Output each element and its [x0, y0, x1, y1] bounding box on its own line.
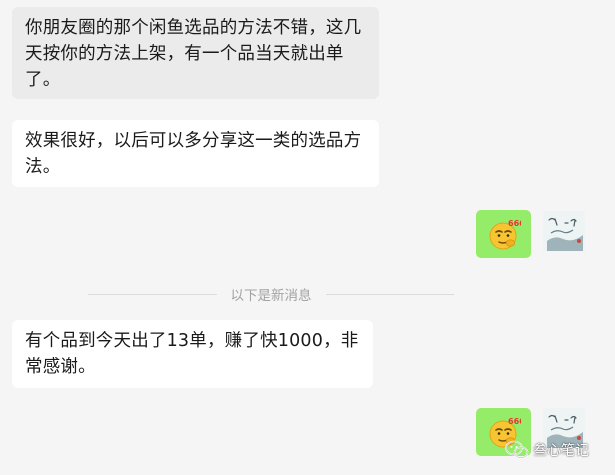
- incoming-message-bubble[interactable]: 你朋友圈的那个闲鱼选品的方法不错，这几天按你的方法上架，有一个品当天就出单了。: [12, 7, 379, 99]
- emoji-666-thinking-icon: 666: [489, 219, 521, 250]
- watermark-text: 叁心笔记: [533, 443, 589, 459]
- incoming-message-bubble[interactable]: 有个品到今天出了13单，赚了快1000，非常感谢。: [12, 320, 373, 388]
- divider-line-left: [88, 293, 217, 295]
- new-messages-divider: 以下是新消息: [88, 284, 454, 304]
- avatar[interactable]: [543, 211, 585, 251]
- watermark: 叁心笔记: [505, 438, 589, 462]
- ink-painting-avatar-icon: [543, 211, 585, 251]
- incoming-message-bubble[interactable]: 效果很好，以后可以多分享这一类的选品方法。: [12, 120, 379, 187]
- message-text: 有个品到今天出了13单，赚了快1000，非常感谢。: [25, 331, 359, 377]
- sticker-caption: 666: [508, 417, 521, 426]
- divider-line-right: [325, 293, 454, 295]
- message-text: 你朋友圈的那个闲鱼选品的方法不错，这几天按你的方法上架，有一个品当天就出单了。: [25, 18, 362, 90]
- divider-label: 以下是新消息: [230, 288, 312, 304]
- outgoing-sticker-bubble[interactable]: 666: [476, 210, 531, 258]
- sticker-caption: 666: [508, 219, 521, 228]
- chat-area: 你朋友圈的那个闲鱼选品的方法不错，这几天按你的方法上架，有一个品当天就出单了。 …: [0, 0, 615, 475]
- wechat-logo-icon: [505, 440, 529, 459]
- message-text: 效果很好，以后可以多分享这一类的选品方法。: [25, 131, 362, 177]
